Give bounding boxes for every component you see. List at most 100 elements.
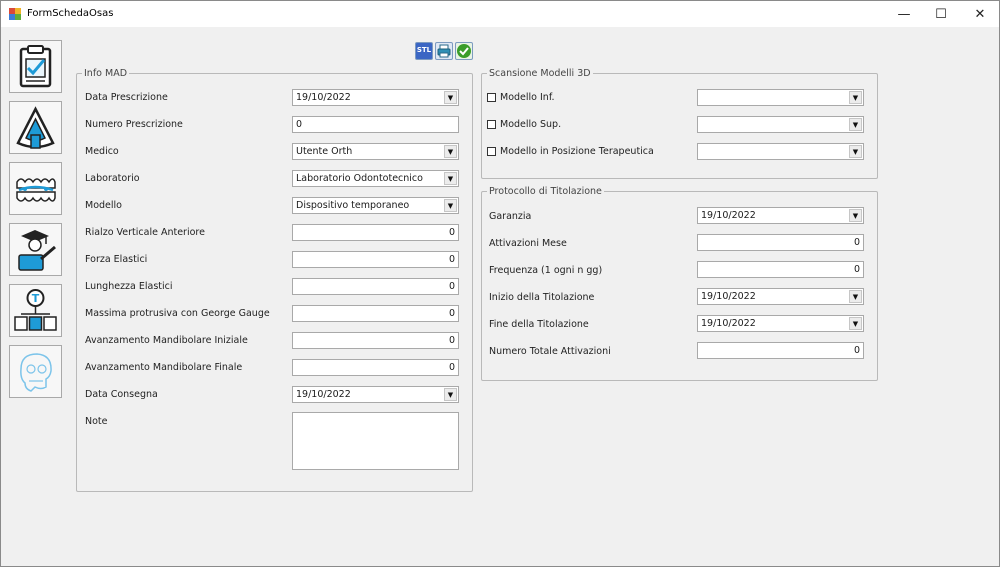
modello-inf-checkbox[interactable]: Modello Inf.	[487, 92, 555, 103]
avanzamento-iniziale-input[interactable]: 0	[292, 332, 459, 349]
stl-icon: STL	[416, 46, 432, 54]
garanzia-date-picker[interactable]: 19/10/2022 ▼	[697, 207, 864, 224]
data-prescrizione-date-picker[interactable]: 19/10/2022 ▼	[292, 89, 459, 106]
chevron-down-icon: ▼	[849, 118, 862, 131]
rialzo-input[interactable]: 0	[292, 224, 459, 241]
medico-select[interactable]: Utente Orth ▼	[292, 143, 459, 160]
data-consegna-label: Data Consegna	[85, 389, 158, 400]
modello-terapeutica-select[interactable]: ▼	[697, 143, 864, 160]
data-prescrizione-value: 19/10/2022	[296, 92, 351, 103]
modello-sup-label: Modello Sup.	[500, 119, 562, 130]
chevron-down-icon: ▼	[444, 199, 457, 212]
title-bar: FormSchedaOsas — ☐ ✕	[1, 1, 999, 27]
modello-sup-checkbox[interactable]: Modello Sup.	[487, 119, 561, 130]
attivazioni-mese-label: Attivazioni Mese	[489, 238, 567, 249]
fine-titolazione-date-picker[interactable]: 19/10/2022 ▼	[697, 315, 864, 332]
check-circle-icon	[457, 44, 471, 58]
lunghezza-elastici-input[interactable]: 0	[292, 278, 459, 295]
modello-terapeutica-checkbox[interactable]: Modello in Posizione Terapeutica	[487, 146, 654, 157]
garanzia-label: Garanzia	[489, 211, 532, 222]
app-icon	[9, 8, 21, 20]
chevron-down-icon: ▼	[849, 91, 862, 104]
laboratorio-select[interactable]: Laboratorio Odontotecnico ▼	[292, 170, 459, 187]
modello-sup-select[interactable]: ▼	[697, 116, 864, 133]
totale-attivazioni-input[interactable]: 0	[697, 342, 864, 359]
protocollo-legend: Protocollo di Titolazione	[489, 186, 602, 197]
save-confirm-button[interactable]	[455, 42, 473, 60]
chevron-down-icon: ▼	[849, 317, 862, 330]
print-button[interactable]	[435, 42, 453, 60]
medico-value: Utente Orth	[296, 146, 353, 157]
totale-attivazioni-label: Numero Totale Attivazioni	[489, 346, 611, 357]
minimize-button[interactable]: —	[887, 1, 921, 27]
modello-inf-select[interactable]: ▼	[697, 89, 864, 106]
attivazioni-mese-input[interactable]: 0	[697, 234, 864, 251]
skull-xray-icon	[20, 353, 52, 392]
fine-titolazione-label: Fine della Titolazione	[489, 319, 589, 330]
numero-prescrizione-input[interactable]: 0	[292, 116, 459, 133]
sidebar-button-scheda[interactable]	[9, 40, 62, 93]
data-consegna-date-picker[interactable]: 19/10/2022 ▼	[292, 386, 459, 403]
avanzamento-iniziale-label: Avanzamento Mandibolare Iniziale	[85, 335, 248, 346]
frequenza-label: Frequenza (1 ogni n gg)	[489, 265, 603, 276]
chevron-down-icon: ▼	[849, 209, 862, 222]
laboratorio-value: Laboratorio Odontotecnico	[296, 173, 423, 184]
clipboard-check-icon	[19, 45, 52, 88]
avanzamento-finale-label: Avanzamento Mandibolare Finale	[85, 362, 243, 373]
checkbox-box[interactable]	[487, 93, 496, 102]
sidebar-button-oral[interactable]	[9, 162, 62, 215]
chevron-down-icon: ▼	[444, 388, 457, 401]
avanzamento-finale-input[interactable]: 0	[292, 359, 459, 376]
window-title: FormSchedaOsas	[27, 8, 114, 19]
note-textarea[interactable]	[292, 412, 459, 470]
checkbox-box[interactable]	[487, 120, 496, 129]
form-window: FormSchedaOsas — ☐ ✕ T STL Info MAD Data…	[0, 0, 1000, 567]
inizio-titolazione-label: Inizio della Titolazione	[489, 292, 595, 303]
data-consegna-value: 19/10/2022	[296, 389, 351, 400]
scansione-legend: Scansione Modelli 3D	[489, 68, 591, 79]
stl-export-button[interactable]: STL	[415, 42, 433, 60]
lunghezza-elastici-label: Lunghezza Elastici	[85, 281, 173, 292]
numero-prescrizione-label: Numero Prescrizione	[85, 119, 183, 130]
svg-text:T: T	[32, 292, 40, 305]
close-icon: ✕	[974, 6, 986, 22]
frequenza-input[interactable]: 0	[697, 261, 864, 278]
modello-value: Dispositivo temporaneo	[296, 200, 410, 211]
checkbox-box[interactable]	[487, 147, 496, 156]
dental-appliance-icon	[16, 178, 56, 202]
sidebar-button-mask[interactable]	[9, 101, 62, 154]
chevron-down-icon: ▼	[444, 91, 457, 104]
hierarchy-t-icon: T	[14, 289, 57, 331]
garanzia-value: 19/10/2022	[701, 210, 756, 221]
chevron-down-icon: ▼	[849, 290, 862, 303]
modello-select[interactable]: Dispositivo temporaneo ▼	[292, 197, 459, 214]
maximize-button[interactable]: ☐	[924, 1, 958, 27]
printer-icon	[437, 44, 451, 58]
massima-protrusiva-label: Massima protrusiva con George Gauge	[85, 308, 270, 319]
info-mad-legend: Info MAD	[84, 68, 128, 79]
chevron-down-icon: ▼	[444, 145, 457, 158]
forza-elastici-label: Forza Elastici	[85, 254, 148, 265]
note-label: Note	[85, 416, 108, 427]
sidebar-button-doctor[interactable]	[9, 223, 62, 276]
close-button[interactable]: ✕	[963, 1, 997, 27]
rialzo-label: Rialzo Verticale Anteriore	[85, 227, 205, 238]
modello-terapeutica-label: Modello in Posizione Terapeutica	[500, 146, 654, 157]
data-prescrizione-label: Data Prescrizione	[85, 92, 168, 103]
medico-label: Medico	[85, 146, 119, 157]
graduate-writing-icon	[18, 230, 56, 271]
fine-titolazione-value: 19/10/2022	[701, 318, 756, 329]
forza-elastici-input[interactable]: 0	[292, 251, 459, 268]
modello-label: Modello	[85, 200, 122, 211]
sidebar-button-titration[interactable]: T	[9, 284, 62, 337]
chevron-down-icon: ▼	[849, 145, 862, 158]
minimize-icon: —	[897, 6, 911, 22]
inizio-titolazione-date-picker[interactable]: 19/10/2022 ▼	[697, 288, 864, 305]
massima-protrusiva-input[interactable]: 0	[292, 305, 459, 322]
sidebar-button-skull[interactable]	[9, 345, 62, 398]
modello-inf-label: Modello Inf.	[500, 92, 555, 103]
chevron-down-icon: ▼	[444, 172, 457, 185]
inizio-titolazione-value: 19/10/2022	[701, 291, 756, 302]
laboratorio-label: Laboratorio	[85, 173, 140, 184]
maximize-icon: ☐	[935, 6, 947, 22]
